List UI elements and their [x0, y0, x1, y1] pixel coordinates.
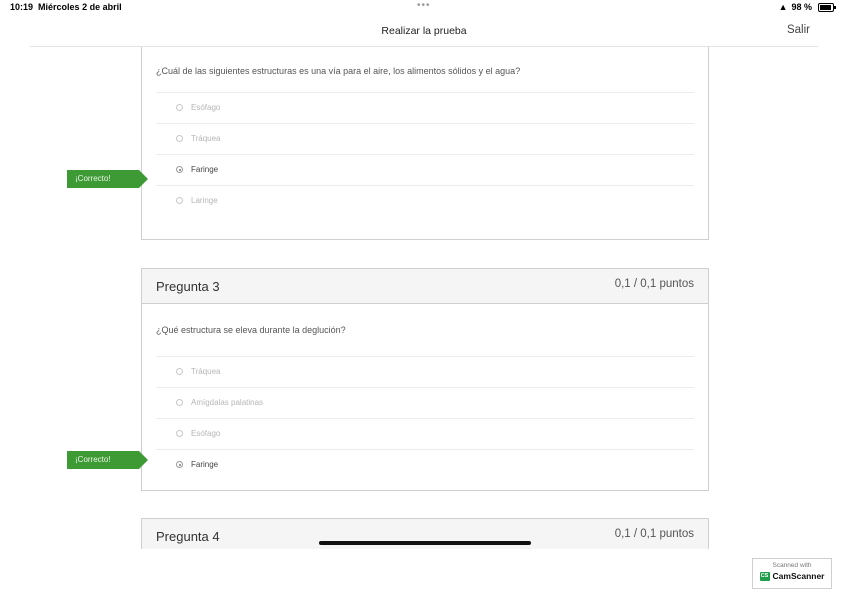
option-label: Laringe [191, 196, 218, 205]
option-label: Amígdalas palatinas [191, 398, 264, 407]
answer-option-selected[interactable]: Faringe [156, 154, 694, 185]
answer-option[interactable]: Esófago [156, 418, 694, 449]
radio-button[interactable] [176, 368, 183, 375]
option-label: Tráquea [191, 367, 221, 376]
camscanner-watermark: Scanned with CS CamScanner [752, 558, 832, 589]
radio-button[interactable] [176, 104, 183, 111]
option-label: Esófago [191, 103, 221, 112]
question-card-2: ¿Cuál de las siguientes estructuras es u… [141, 47, 709, 240]
multitasking-dots[interactable]: ••• [417, 0, 431, 11]
battery-icon [818, 3, 836, 12]
question-text: ¿Cuál de las siguientes estructuras es u… [156, 66, 521, 76]
time-text: 10:19 [10, 2, 34, 12]
battery-percent: 98 % [791, 2, 812, 12]
answer-options: Tráquea Amígdalas palatinas Esófago Fari… [156, 356, 694, 480]
answer-option[interactable]: Tráquea [156, 123, 694, 154]
radio-button[interactable] [176, 399, 183, 406]
answer-option[interactable]: Tráquea [156, 356, 694, 387]
option-label: Tráquea [191, 134, 221, 143]
radio-button-selected[interactable] [176, 461, 183, 468]
answer-option-selected[interactable]: Faringe [156, 449, 694, 480]
correct-flag: ¡Correcto! [67, 170, 148, 188]
option-label: Esófago [191, 429, 221, 438]
quiz-scroll-area[interactable]: ¿Cuál de las siguientes estructuras es u… [0, 47, 848, 549]
watermark-caption: Scanned with [772, 562, 812, 569]
camscanner-logo-icon: CS [759, 571, 770, 581]
answer-option[interactable]: Amígdalas palatinas [156, 387, 694, 418]
answer-options: Esófago Tráquea Faringe Laringe [156, 92, 694, 216]
exit-button[interactable]: Salir [787, 24, 810, 36]
radio-button-selected[interactable] [176, 166, 183, 173]
wifi-icon: ▲ [778, 2, 788, 12]
page-title: Realizar la prueba [381, 25, 467, 37]
option-label: Faringe [191, 165, 219, 174]
watermark-brand-name: CamScanner [772, 571, 825, 581]
question-number: Pregunta 4 [156, 529, 220, 544]
date-text: Miércoles 2 de abril [38, 2, 122, 12]
status-time: 10:19 Miércoles 2 de abril [10, 2, 122, 12]
radio-button[interactable] [176, 430, 183, 437]
watermark-brand: CS CamScanner [753, 571, 831, 581]
question-points: 0,1 / 0,1 puntos [614, 278, 694, 290]
status-right: ▲ 98 % [779, 2, 812, 12]
correct-flag: ¡Correcto! [67, 451, 148, 469]
top-navbar: Realizar la prueba Salir [30, 18, 818, 47]
radio-button[interactable] [176, 197, 183, 204]
answer-option[interactable]: Laringe [156, 185, 694, 216]
home-indicator[interactable] [319, 541, 531, 545]
question-header: Pregunta 3 0,1 / 0,1 puntos [142, 269, 708, 304]
question-number: Pregunta 3 [156, 279, 220, 294]
question-text: ¿Qué estructura se eleva durante la degl… [156, 325, 346, 335]
question-points: 0,1 / 0,1 puntos [614, 528, 694, 540]
option-label: Faringe [191, 460, 219, 469]
status-bar: 10:19 Miércoles 2 de abril ••• ▲ 98 % [0, 0, 848, 14]
answer-option[interactable]: Esófago [156, 92, 694, 123]
radio-button[interactable] [176, 135, 183, 142]
question-card-3: Pregunta 3 0,1 / 0,1 puntos ¿Qué estruct… [141, 268, 709, 491]
